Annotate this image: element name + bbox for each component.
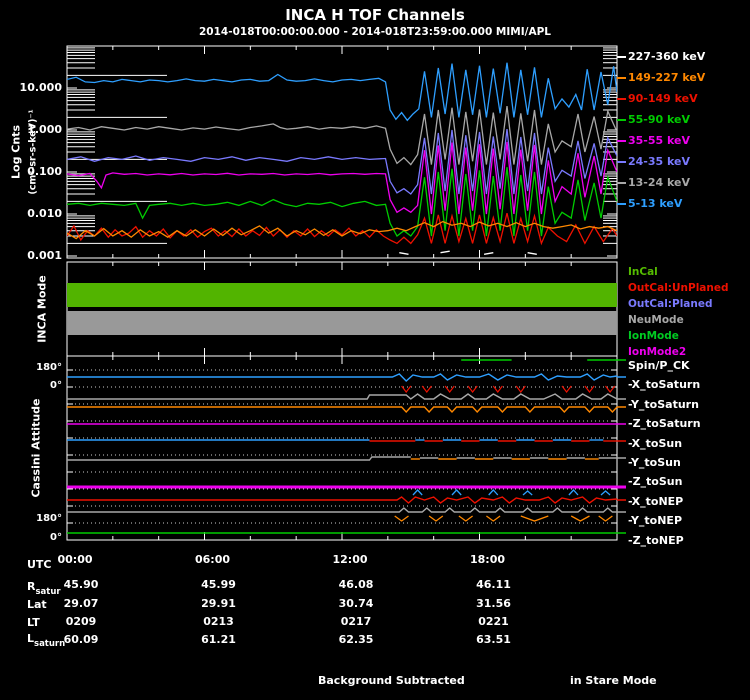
table-value: 61.21 xyxy=(201,633,236,646)
table-value: 31.56 xyxy=(476,597,511,610)
main-y-tick-label: 0.001 xyxy=(27,249,62,262)
attitude-label-XtoSaturn: -X_toSaturn xyxy=(628,378,701,392)
utc-time-label: 12:00 xyxy=(332,553,368,566)
table-value: 46.11 xyxy=(476,578,511,591)
attitude-y-tick-label: 180° xyxy=(36,362,62,373)
main-y-tick-label: 0.010 xyxy=(27,207,62,220)
mode-legend-OutCalUnPlaned: OutCal:UnPlaned xyxy=(628,282,729,294)
attitude-y-tick-label: 0° xyxy=(50,532,62,543)
mode-legend-IonMode: IonMode xyxy=(628,330,679,342)
attitude-label-XtoNEP: -X_toNEP xyxy=(628,494,684,508)
legend-entry-227-360keV: 227-360 keV xyxy=(628,50,706,63)
attitude-label-YtoSun: -Y_toSun xyxy=(628,456,681,469)
main-y-tick-label: 10.000 xyxy=(19,81,62,94)
mode-legend-NeuMode: NeuMode xyxy=(628,314,684,326)
table-value: 45.99 xyxy=(201,578,236,591)
main-y-tick-label: 1.000 xyxy=(27,123,62,136)
legend-entry-35-55keV: 35-55 keV xyxy=(628,134,691,147)
attitude-label-ZtoNEP: -Z_toNEP xyxy=(628,533,684,547)
mode-legend-IonMode2: IonMode2 xyxy=(628,346,687,358)
row-label-LT: LT xyxy=(27,616,40,629)
table-value: 0217 xyxy=(340,615,372,628)
attitude-y-tick-label: 180° xyxy=(36,513,62,524)
table-value: 0221 xyxy=(478,615,509,628)
main-y-tick-label: 0.100 xyxy=(27,165,62,178)
utc-time-label: 00:00 xyxy=(57,553,93,566)
table-value: 60.09 xyxy=(63,633,99,646)
attitude-panel-y-label: Cassini Attitude xyxy=(29,398,43,498)
attitude-label-XtoSun: -X_toSun xyxy=(628,436,683,450)
page-title: INCA H TOF Channels xyxy=(285,6,465,24)
attitude-label-ZtoSaturn: -Z_toSaturn xyxy=(628,417,701,431)
attitude-label-YtoSaturn: -Y_toSaturn xyxy=(628,397,699,411)
table-value: 0209 xyxy=(65,615,97,628)
table-value: 29.07 xyxy=(63,597,99,610)
table-value: 30.74 xyxy=(338,597,374,610)
table-value: 45.90 xyxy=(63,578,99,591)
table-value: 0213 xyxy=(203,615,234,628)
attitude-label-YtoNEP: -Y_toNEP xyxy=(628,514,683,528)
table-value: 46.08 xyxy=(338,578,374,591)
row-label-Lat: Lat xyxy=(27,598,47,611)
utc-time-label: 06:00 xyxy=(194,553,230,566)
legend-entry-5-13keV: 5-13 keV xyxy=(628,197,683,210)
table-value: 63.51 xyxy=(476,633,511,646)
mode-panel-y-label: INCA Mode xyxy=(35,275,49,343)
utc-time-label: 18:00 xyxy=(469,553,505,566)
time-range-subtitle: 2014-018T00:00:00.000 - 2014-018T23:59:0… xyxy=(199,26,551,38)
mode-legend-OutCalPlaned: OutCal:Planed xyxy=(628,298,713,310)
legend-entry-24-35keV: 24-35 keV xyxy=(628,155,691,168)
legend-entry-90-149keV: 90-149 keV xyxy=(628,92,698,105)
mode-legend-InCal: InCal xyxy=(628,266,658,278)
attitude-y-tick-label: 0° xyxy=(50,380,62,391)
attitude-label-ZtoSun: -Z_toSun xyxy=(628,475,683,489)
footer-stare-mode: in Stare Mode xyxy=(570,674,657,687)
footer-background-subtracted: Background Subtracted xyxy=(318,674,465,687)
table-value: 29.91 xyxy=(201,597,236,610)
legend-entry-149-227keV: 149-227 keV xyxy=(628,71,706,84)
legend-entry-55-90keV: 55-90 keV xyxy=(628,113,691,126)
table-value: 62.35 xyxy=(338,633,374,646)
attitude-label-SpinPCK: Spin/P_CK xyxy=(628,359,690,372)
inca-tof-plot-screen: { "title": "INCA H TOF Channels", "subti… xyxy=(0,0,750,700)
legend-entry-13-24keV: 13-24 keV xyxy=(628,176,691,189)
